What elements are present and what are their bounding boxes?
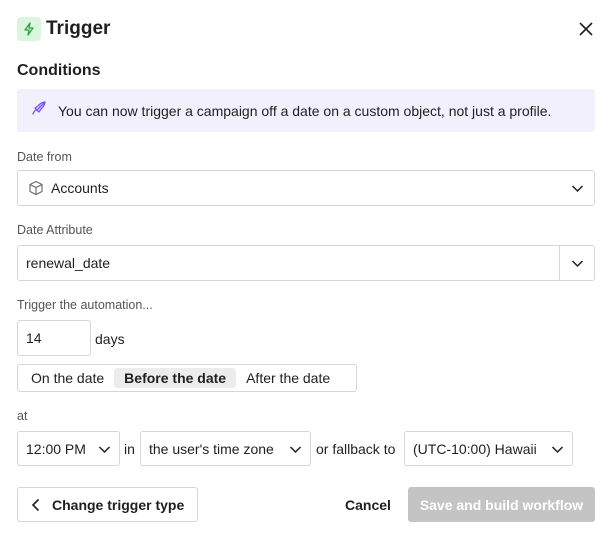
time-select[interactable]: 12:00 PM <box>17 431 120 466</box>
date-from-label: Date from <box>17 150 72 164</box>
change-trigger-type-button[interactable]: Change trigger type <box>17 487 198 522</box>
modal-header: Trigger <box>17 16 597 42</box>
lightning-icon <box>17 17 41 41</box>
option-on-the-date[interactable]: On the date <box>21 368 114 388</box>
date-attribute-select[interactable]: renewal_date <box>17 245 595 281</box>
date-attribute-label: Date Attribute <box>17 223 93 237</box>
timezone-select[interactable]: the user's time zone <box>140 431 311 466</box>
save-and-build-workflow-button[interactable]: Save and build workflow <box>408 487 595 522</box>
cube-icon <box>28 180 44 196</box>
timing-segmented-control: On the date Before the date After the da… <box>17 364 357 392</box>
info-banner: You can now trigger a campaign off a dat… <box>17 89 595 132</box>
option-before-the-date[interactable]: Before the date <box>114 368 237 388</box>
fallback-timezone-value: (UTC-10:00) Hawaii <box>413 440 537 457</box>
fallback-timezone-select[interactable]: (UTC-10:00) Hawaii <box>404 431 573 466</box>
chevron-down-icon <box>551 443 564 456</box>
close-icon[interactable] <box>575 18 597 40</box>
in-text: in <box>124 441 135 457</box>
rocket-icon <box>30 99 48 122</box>
cancel-button[interactable]: Cancel <box>345 497 391 513</box>
timezone-value: the user's time zone <box>149 440 274 457</box>
fallback-text: or fallback to <box>316 441 396 457</box>
date-from-select[interactable]: Accounts <box>17 170 595 206</box>
change-trigger-type-label: Change trigger type <box>52 496 185 513</box>
trigger-label: Trigger the automation... <box>17 298 153 312</box>
option-after-the-date[interactable]: After the date <box>236 368 340 388</box>
date-from-value: Accounts <box>51 180 109 196</box>
date-attribute-value: renewal_date <box>26 255 111 271</box>
at-label: at <box>17 409 28 423</box>
section-title: Conditions <box>17 62 101 79</box>
chevron-down-icon <box>289 443 302 456</box>
chevron-down-icon <box>571 182 584 195</box>
chevron-left-icon <box>30 498 42 512</box>
modal-title: Trigger <box>46 18 111 39</box>
chevron-down-icon[interactable] <box>559 246 594 280</box>
days-unit-label: days <box>95 331 125 347</box>
time-value: 12:00 PM <box>26 440 86 457</box>
days-amount-input[interactable]: 14 <box>17 320 91 356</box>
banner-text: You can now trigger a campaign off a dat… <box>58 102 552 119</box>
chevron-down-icon <box>98 443 111 456</box>
